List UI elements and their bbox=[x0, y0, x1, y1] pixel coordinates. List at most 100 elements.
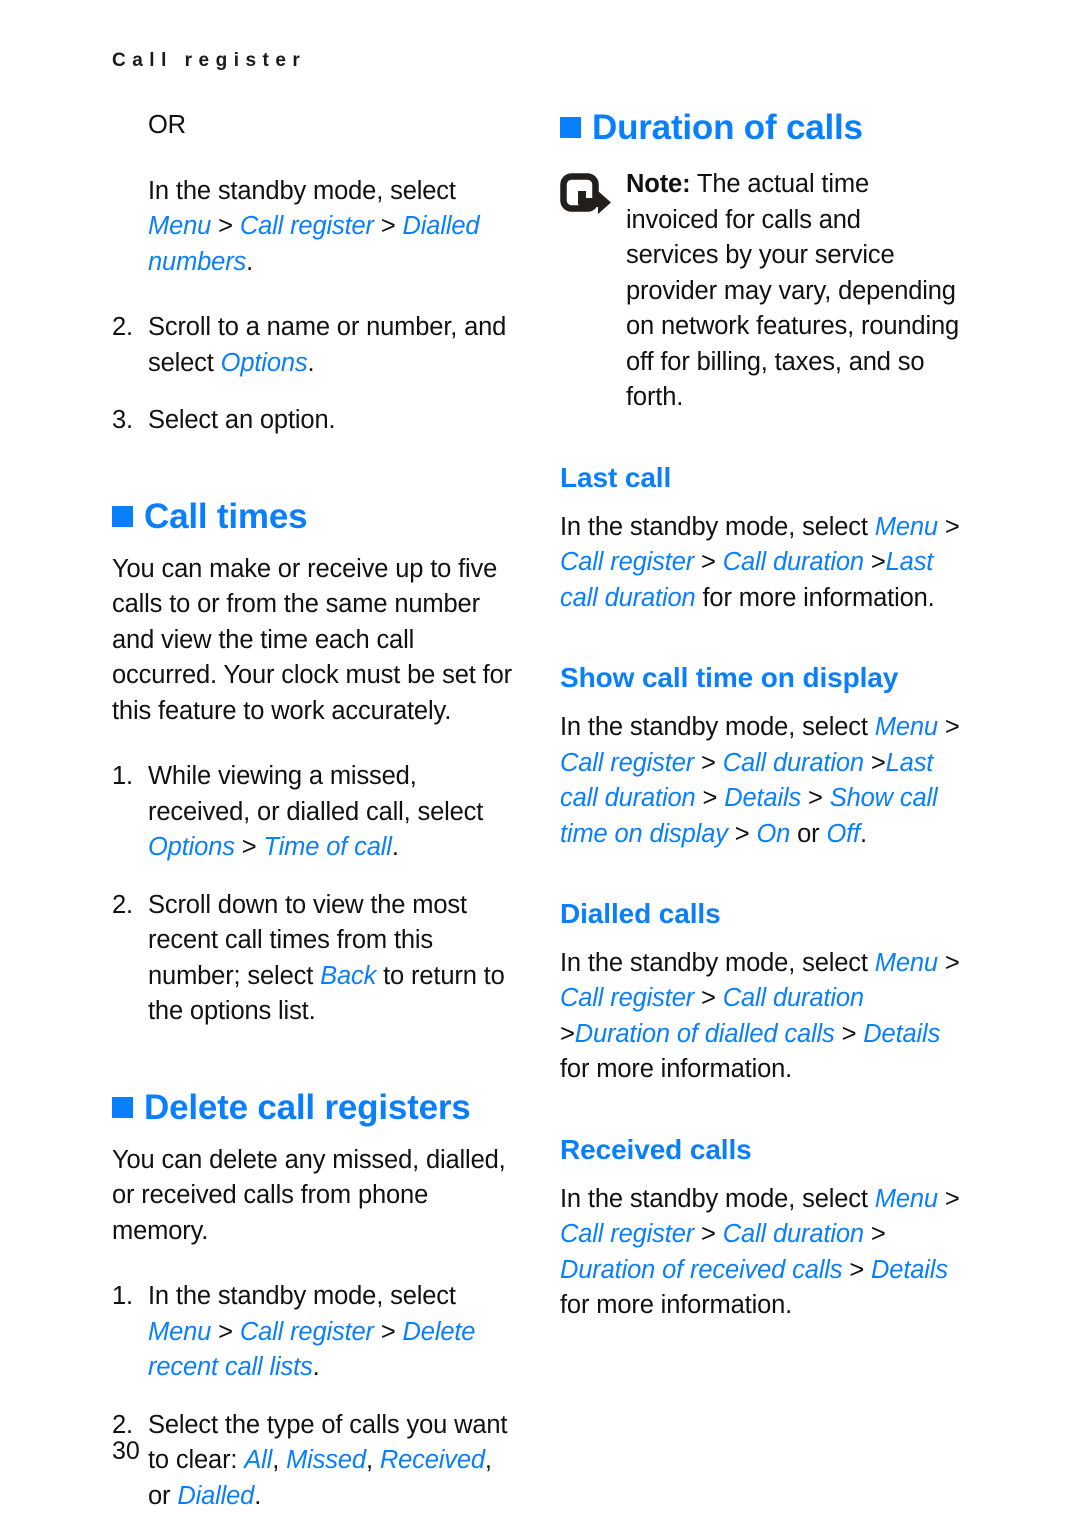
plain-text: . bbox=[254, 1481, 262, 1510]
path-separator: > bbox=[937, 713, 960, 741]
ui-path-token: Details bbox=[724, 784, 802, 812]
dialled-numbers-steps: 2. Scroll to a name or number, and select… bbox=[112, 310, 512, 439]
plain-text: In the standby mode, select bbox=[148, 1282, 456, 1311]
ui-path-token: Call register bbox=[560, 548, 695, 577]
right-column: Duration of calls Note: The actual time … bbox=[560, 108, 960, 1324]
path-separator: > bbox=[211, 1317, 240, 1346]
ui-path-token: Missed bbox=[286, 1446, 366, 1475]
path-separator: > bbox=[373, 212, 403, 240]
ui-path-token: Call register bbox=[560, 748, 695, 777]
path-separator: > bbox=[937, 512, 960, 541]
ui-path-token: Back bbox=[320, 961, 377, 990]
path-separator: > bbox=[694, 984, 723, 1013]
call-times-intro: You can make or receive up to five calls… bbox=[112, 554, 512, 725]
ui-path-token: All bbox=[244, 1446, 273, 1475]
path-separator: > bbox=[801, 784, 830, 812]
plain-text: for more information. bbox=[695, 583, 935, 612]
note-label: Note: bbox=[626, 170, 691, 199]
heading-duration-of-calls: Duration of calls bbox=[560, 108, 960, 147]
ui-path-token: Menu bbox=[874, 948, 938, 977]
step-text: In the standby mode, select Menu > Call … bbox=[148, 1282, 475, 1381]
received-calls-text: In the standby mode, select Menu > Call … bbox=[560, 1182, 960, 1324]
last-call-text: In the standby mode, select Menu > Call … bbox=[560, 510, 960, 617]
ui-path-token: Options bbox=[220, 348, 308, 377]
ui-path-token: Call register bbox=[239, 212, 374, 240]
or-label: OR bbox=[148, 111, 186, 139]
square-bullet-icon bbox=[112, 505, 133, 527]
heading-show-call-time-on-display: Show call time on display bbox=[560, 662, 899, 694]
heading-received-calls: Received calls bbox=[560, 1133, 752, 1165]
ui-path-token: Received bbox=[379, 1446, 485, 1475]
plain-text: for more information. bbox=[560, 1291, 793, 1320]
note-text: Note: The actual time invoiced for calls… bbox=[626, 167, 960, 416]
path-separator: > bbox=[863, 548, 886, 577]
note-block: Note: The actual time invoiced for calls… bbox=[560, 167, 960, 416]
step-number: 1. bbox=[112, 762, 133, 791]
dialled-numbers-intro: In the standby mode, select Menu > Call … bbox=[148, 174, 512, 281]
show-call-time-on-display-text: In the standby mode, select Menu > Call … bbox=[560, 710, 960, 852]
ui-path-token: Menu bbox=[874, 512, 938, 541]
ui-path-token: Duration of dialled calls bbox=[574, 1019, 835, 1048]
plain-text: Select an option. bbox=[148, 406, 336, 434]
delete-call-registers-steps: 1. In the standby mode, select Menu > Cal… bbox=[112, 1279, 512, 1514]
square-bullet-icon bbox=[560, 117, 581, 138]
heading-call-times: Call times bbox=[112, 497, 512, 536]
step-text: Select an option. bbox=[148, 406, 336, 434]
ui-path-token: Call register bbox=[560, 984, 695, 1013]
step-number: 2. bbox=[112, 890, 133, 919]
delete-call-registers-intro: You can delete any missed, dialled, or r… bbox=[112, 1145, 506, 1245]
path-separator: > bbox=[560, 1019, 575, 1048]
plain-text: In the standby mode, select bbox=[560, 713, 875, 741]
call-times-steps: 1. While viewing a missed, received, or d… bbox=[112, 759, 512, 1030]
step-number: 3. bbox=[112, 406, 133, 434]
intro-path: Menu > Call register > Dialled numbers. bbox=[148, 212, 480, 276]
running-header: Call register bbox=[112, 50, 307, 71]
step-text: Select the type of calls you want to cle… bbox=[148, 1411, 507, 1510]
path-separator: > bbox=[863, 1220, 886, 1249]
step-item: 1. While viewing a missed, received, or d… bbox=[112, 759, 512, 866]
path-separator: . bbox=[246, 247, 254, 276]
ui-path-token: Time of call bbox=[263, 833, 392, 862]
plain-text: for more information. bbox=[560, 1055, 793, 1084]
step-text: While viewing a missed, received, or dia… bbox=[148, 762, 483, 861]
path-separator: > bbox=[727, 819, 757, 848]
plain-text: In the standby mode, select bbox=[560, 948, 875, 977]
ui-path-token: Call duration bbox=[722, 984, 864, 1013]
ui-path-token: Menu bbox=[148, 212, 212, 240]
step-item: 2. Scroll to a name or number, and select… bbox=[112, 310, 512, 381]
ui-path-token: Off bbox=[826, 819, 860, 848]
plain-text: . bbox=[860, 819, 867, 848]
path-separator: > bbox=[937, 948, 960, 977]
page-body: OR In the standby mode, select Menu > Ca… bbox=[0, 108, 1080, 1510]
step-item: 1. In the standby mode, select Menu > Cal… bbox=[112, 1279, 512, 1386]
ui-path-token: Details bbox=[871, 1255, 948, 1284]
square-bullet-icon bbox=[112, 1096, 133, 1118]
path-separator: > bbox=[373, 1317, 403, 1346]
ui-path-token: Call duration bbox=[722, 1220, 864, 1249]
step-item: 3. Select an option. bbox=[112, 403, 512, 439]
ui-path-token: Duration of received calls bbox=[560, 1255, 843, 1284]
dialled-calls-text: In the standby mode, select Menu > Call … bbox=[560, 946, 960, 1088]
ui-path-token: Call register bbox=[239, 1317, 374, 1346]
step-text: Scroll down to view the most recent call… bbox=[148, 891, 505, 1026]
path-separator: > bbox=[234, 833, 264, 862]
plain-text: In the standby mode, select bbox=[560, 512, 875, 541]
plain-text: , bbox=[365, 1446, 380, 1475]
ui-path-token: Menu bbox=[874, 713, 938, 741]
heading-duration-of-calls-label: Duration of calls bbox=[592, 108, 863, 147]
plain-text: . bbox=[307, 348, 315, 377]
ui-path-token: Call duration bbox=[722, 548, 864, 577]
path-separator: > bbox=[937, 1184, 960, 1213]
page-number: 30 bbox=[112, 1437, 140, 1465]
ui-path-token: Details bbox=[863, 1019, 941, 1048]
